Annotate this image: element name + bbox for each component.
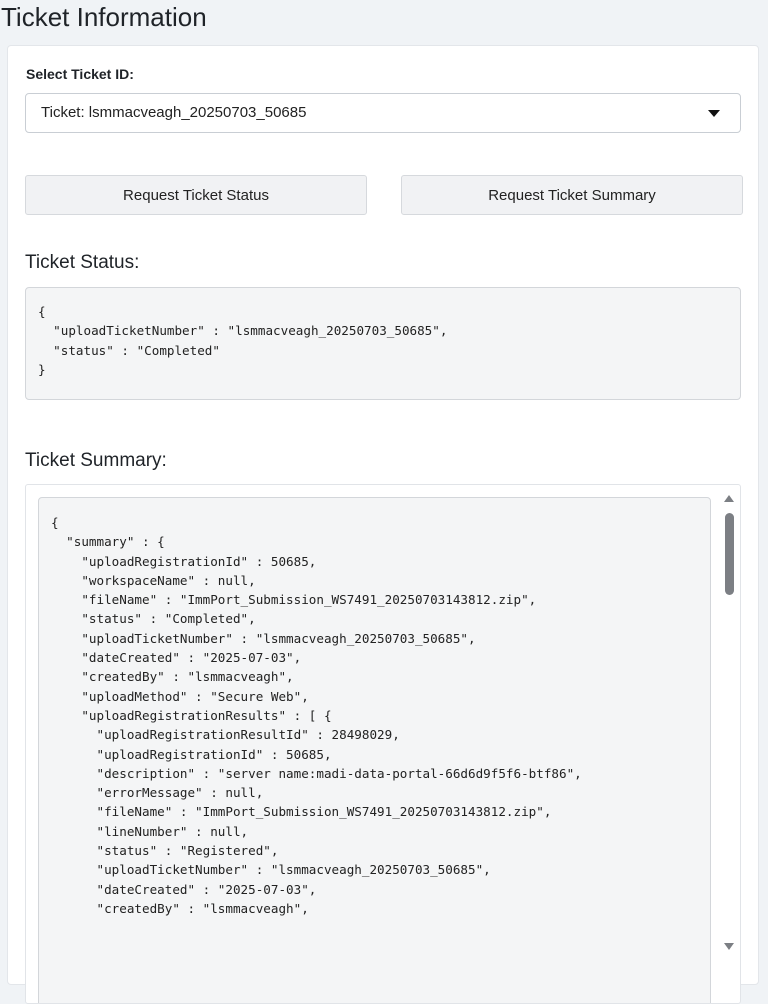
request-ticket-status-button[interactable]: Request Ticket Status <box>25 175 367 215</box>
ticket-summary-container: { "summary" : { "uploadRegistrationId" :… <box>25 484 741 1004</box>
scroll-down-arrow-icon[interactable] <box>724 943 734 950</box>
select-ticket-label: Select Ticket ID: <box>26 66 134 82</box>
scroll-thumb[interactable] <box>725 513 734 595</box>
scroll-up-arrow-icon[interactable] <box>724 495 734 502</box>
summary-scrollbar[interactable] <box>718 485 740 1003</box>
ticket-status-json: { "uploadTicketNumber" : "lsmmacveagh_20… <box>38 304 448 377</box>
ticket-status-output: { "uploadTicketNumber" : "lsmmacveagh_20… <box>25 287 741 400</box>
ticket-summary-json: { "summary" : { "uploadRegistrationId" :… <box>51 515 582 916</box>
ticket-status-heading: Ticket Status: <box>25 252 140 273</box>
ticket-id-select-value: Ticket: lsmmacveagh_20250703_50685 <box>41 104 307 121</box>
page-title: Ticket Information <box>1 2 207 32</box>
ticket-summary-output: { "summary" : { "uploadRegistrationId" :… <box>38 497 711 1003</box>
caret-down-icon <box>708 110 720 117</box>
ticket-id-select[interactable]: Ticket: lsmmacveagh_20250703_50685 <box>25 93 741 133</box>
request-ticket-summary-button[interactable]: Request Ticket Summary <box>401 175 743 215</box>
ticket-summary-heading: Ticket Summary: <box>25 450 167 471</box>
ticket-panel: Select Ticket ID: Ticket: lsmmacveagh_20… <box>7 45 759 1004</box>
